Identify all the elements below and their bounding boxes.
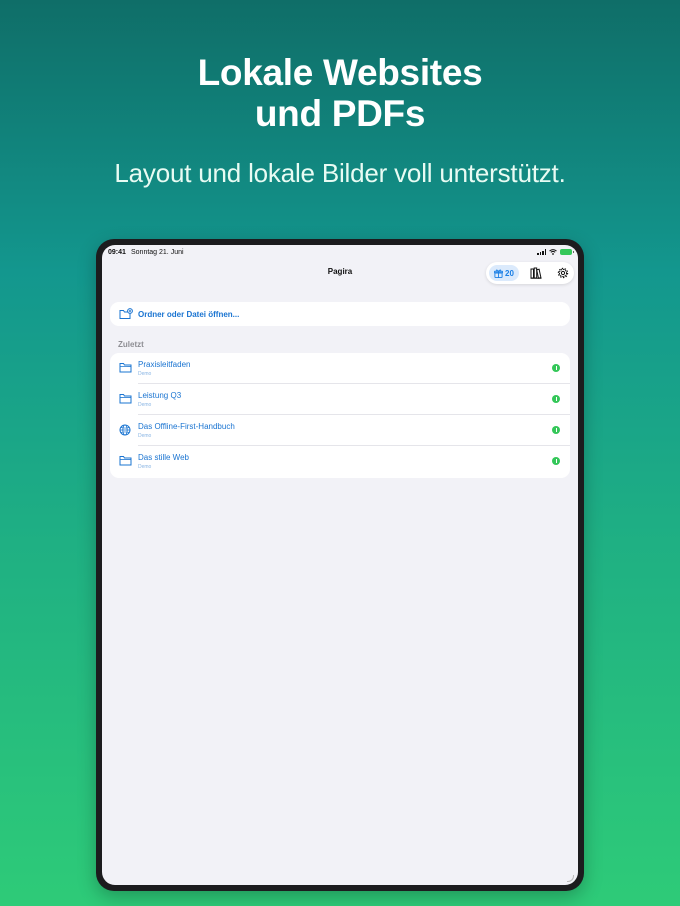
gift-icon [494,268,504,278]
list-item-subtitle: Demo [138,464,152,470]
open-folder-or-file-button[interactable]: Ordner oder Datei öffnen... [110,302,570,326]
list-item[interactable]: Leistung Q3 Demo [110,384,570,415]
promo-title-line1: Lokale Websites [197,52,483,93]
list-item-title: Das stille Web [138,453,189,462]
list-item-title: Das Offline-First-Handbuch [138,422,235,431]
recent-section-header: Zuletzt [118,340,144,349]
folder-icon [119,394,132,404]
promo-headline: Lokale Websites und PDFs [0,52,680,134]
corner-indicator [567,875,574,882]
recent-list: Praxisleitfaden Demo Leistung Q3 Demo Da… [110,353,570,478]
gear-icon[interactable] [557,267,569,279]
downloaded-icon [552,426,560,434]
list-item-subtitle: Demo [138,402,152,408]
status-date: Sonntag 21. Juni [131,249,184,256]
status-time: 09:41 [108,249,126,256]
tablet-frame: 09:41 Sonntag 21. Juni Pagira 20 Ordner … [96,239,584,891]
cellular-signal-icon [537,249,546,255]
promo-subtitle: Layout und lokale Bilder voll unterstütz… [114,158,566,188]
gift-count: 20 [505,268,514,278]
open-folder-label: Ordner oder Datei öffnen... [138,310,240,319]
status-indicators [537,249,574,255]
downloaded-icon [552,364,560,372]
list-item[interactable]: Das stille Web Demo [110,446,570,477]
folder-icon [119,456,132,466]
downloaded-icon [552,395,560,403]
downloaded-icon [552,457,560,465]
nav-toolbar: 20 [486,262,574,284]
list-item-title: Praxisleitfaden [138,360,191,369]
list-item[interactable]: Praxisleitfaden Demo [110,353,570,384]
folder-icon [119,363,132,373]
folder-plus-icon [119,308,133,319]
promo-title-line2: und PDFs [254,93,426,134]
wifi-icon [549,249,557,255]
gift-counter-button[interactable]: 20 [489,265,519,281]
status-bar: 09:41 Sonntag 21. Juni [102,245,578,261]
list-item-subtitle: Demo [138,371,152,377]
list-item-title: Leistung Q3 [138,391,182,400]
library-icon[interactable] [530,267,542,279]
battery-icon [560,249,574,255]
list-item-subtitle: Demo [138,433,152,439]
list-item[interactable]: Das Offline-First-Handbuch Demo [110,415,570,446]
globe-icon [119,424,131,436]
app-screen: 09:41 Sonntag 21. Juni Pagira 20 Ordner … [102,245,578,885]
